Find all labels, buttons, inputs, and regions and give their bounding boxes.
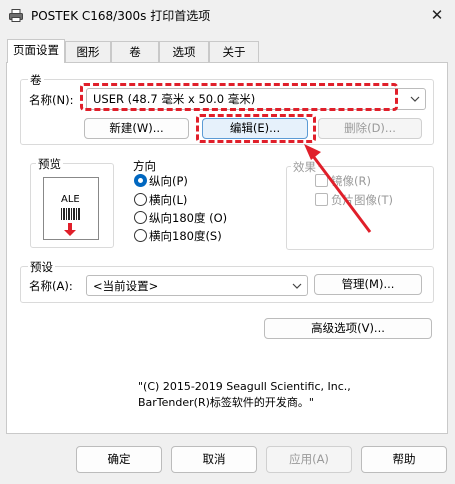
tab-graphics[interactable]: 图形 (65, 41, 111, 62)
annotation-arrow (304, 144, 372, 233)
manage-presets-button[interactable]: 管理(M)... (314, 274, 422, 295)
orientation-landscape-180-label: 横向180度(S) (149, 229, 222, 243)
annotation-highlight-stock-name (80, 83, 398, 111)
orientation-label: 方向 (133, 159, 156, 173)
orientation-portrait-180-label: 纵向180度 (O) (149, 211, 228, 225)
preset-name-value: <当前设置> (93, 279, 159, 293)
orientation-landscape-radio[interactable] (134, 193, 147, 206)
advanced-options-button[interactable]: 高级选项(V)... (264, 318, 432, 339)
orientation-landscape-180-radio[interactable] (134, 229, 147, 242)
copyright-line-1: "(C) 2015-2019 Seagull Scientific, Inc., (138, 380, 351, 393)
orientation-portrait-radio[interactable] (134, 174, 147, 187)
preview-label: 预览 (36, 156, 63, 172)
cancel-button[interactable]: 取消 (171, 446, 257, 473)
orientation-portrait-label: 纵向(P) (149, 174, 188, 188)
new-stock-button[interactable]: 新建(W)... (84, 118, 189, 139)
preset-name-label: 名称(A): (29, 279, 73, 293)
apply-button[interactable]: 应用(A) (266, 446, 352, 473)
orientation-landscape-label: 横向(L) (149, 193, 188, 207)
delete-stock-button[interactable]: 删除(D)... (318, 118, 422, 139)
chevron-down-icon (292, 283, 302, 289)
barcode-icon (61, 208, 80, 220)
chevron-down-icon (410, 96, 420, 102)
preset-name-select[interactable]: <当前设置> (86, 275, 308, 296)
preset-label: 预设 (28, 259, 55, 275)
printer-icon (9, 9, 23, 22)
arrow-down-icon (64, 223, 76, 236)
ok-button[interactable]: 确定 (76, 446, 162, 473)
preview-thumb-text: ALE (61, 194, 80, 205)
copyright-line-2: BarTender(R)标签软件的开发商。" (138, 396, 314, 409)
stock-group-label: 卷 (28, 72, 44, 88)
close-icon[interactable]: ✕ (426, 4, 448, 26)
tab-page-setup[interactable]: 页面设置 (7, 39, 65, 63)
annotation-highlight-edit-button (196, 114, 316, 143)
stock-name-label: 名称(N): (29, 93, 74, 107)
help-button[interactable]: 帮助 (361, 446, 447, 473)
window-title: POSTEK C168/300s 打印首选项 (31, 9, 211, 23)
tab-stock[interactable]: 卷 (111, 41, 159, 62)
tab-options[interactable]: 选项 (159, 41, 209, 62)
tab-about[interactable]: 关于 (209, 41, 259, 62)
orientation-portrait-180-radio[interactable] (134, 211, 147, 224)
